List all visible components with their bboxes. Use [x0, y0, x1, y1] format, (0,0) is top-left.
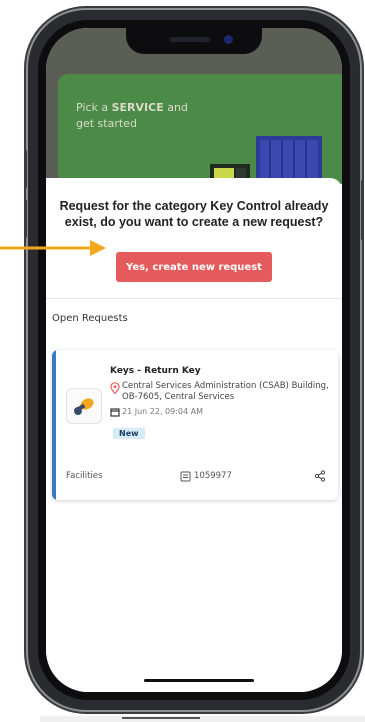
notch [126, 28, 262, 54]
request-category: Facilities [66, 471, 103, 481]
screen: Pick a SERVICE and get started Request f… [46, 28, 342, 692]
dialog-question: Request for the category Key Control alr… [59, 199, 329, 229]
page-bottom-strip [40, 716, 365, 722]
key-icon [66, 388, 102, 424]
service-banner: Pick a SERVICE and get started [58, 74, 342, 184]
request-title: Keys - Return Key [110, 366, 201, 376]
tag-icon [180, 471, 191, 482]
card-footer: Facilities 1059977 [66, 470, 326, 485]
banner-line2: get started [76, 117, 137, 130]
banner-line1-prefix: Pick a [76, 101, 112, 114]
location-pin-icon [110, 382, 120, 394]
phone-frame: Pick a SERVICE and get started Request f… [24, 10, 364, 710]
annotation-arrow-icon [0, 240, 106, 256]
banner-line1-bold: SERVICE [111, 101, 164, 114]
share-icon[interactable] [314, 470, 326, 482]
request-date: 21 Jun 22, 09:04 AM [122, 407, 204, 416]
calendar-icon [110, 408, 120, 417]
banner-line1-suffix: and [163, 101, 188, 114]
request-card[interactable]: Keys - Return Key Central Services Admin… [52, 350, 338, 500]
divider [46, 298, 342, 299]
home-indicator[interactable] [144, 679, 254, 682]
request-location: Central Services Administration (CSAB) B… [122, 381, 329, 402]
volume-button [24, 150, 27, 188]
page-bottom-dash [122, 717, 200, 719]
speaker [170, 37, 210, 42]
truck-illustration [210, 136, 322, 184]
status-badge: New [113, 428, 145, 439]
create-new-request-button[interactable]: Yes, create new request [116, 252, 272, 282]
volume-button [24, 200, 27, 238]
card-accent-bar [52, 350, 56, 500]
banner-text: Pick a SERVICE and get started [76, 100, 216, 132]
request-id: 1059977 [194, 471, 232, 481]
open-requests-title: Open Requests [52, 313, 128, 324]
phone-bezel: Pick a SERVICE and get started Request f… [38, 20, 350, 700]
camera-icon [224, 35, 233, 44]
power-button [361, 180, 364, 240]
